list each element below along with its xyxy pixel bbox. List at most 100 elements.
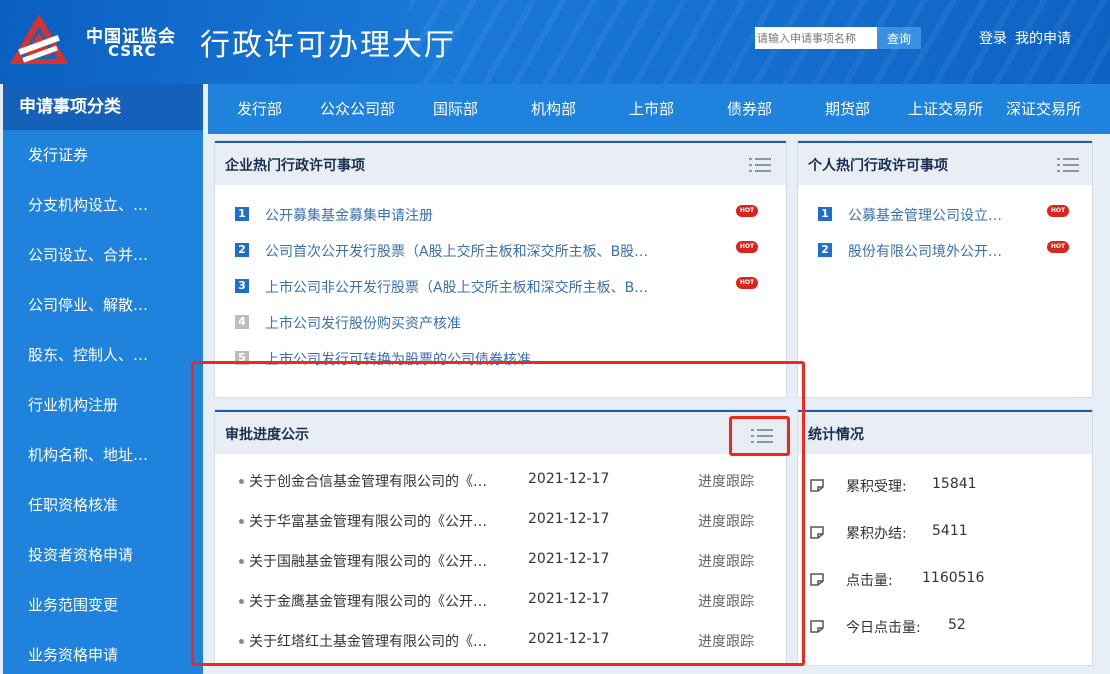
progress-item-date: 2021-12-17 [528,471,610,487]
stat-row: 累积办结: 5411 [810,523,1080,543]
enterprise-hot-panel: 企业热门行政许可事项 1 公开募集基金募集申请注册 HOT 2 公司首次公开发行… [214,140,787,398]
sidebar-item-institution-registration[interactable]: 行业机构注册 [3,380,203,430]
department-nav: 发行部 公众公司部 国际部 机构部 上市部 债券部 期货部 上证交易所 深证交易… [208,84,1110,134]
list-item-text[interactable]: 公募基金管理公司设立… [848,205,1002,225]
bullet-icon [239,599,244,604]
list-item[interactable]: 5 上市公司发行可转换为股票的公司债券核准 [235,349,775,369]
list-icon[interactable] [749,157,771,173]
progress-item-name[interactable]: 关于国融基金管理有限公司的《公开… [249,551,487,571]
table-row[interactable]: 关于金鹰基金管理有限公司的《公开… 2021-12-17 进度跟踪 [239,591,779,611]
list-item[interactable]: 2 公司首次公开发行股票（A股上交所主板和深交所主板、B股… HOT [235,241,775,261]
hot-icon: HOT [1047,205,1069,217]
nav-tab-bond[interactable]: 债券部 [727,84,772,134]
note-icon [810,526,824,539]
list-item-text[interactable]: 公开募集基金募集申请注册 [265,205,433,225]
statistics-panel: 统计情况 累积受理: 15841 累积办结: 5411 点击量: 1160516… [797,409,1093,666]
panel-title: 企业热门行政许可事项 [225,158,365,174]
note-icon [810,479,824,492]
list-item[interactable]: 3 上市公司非公开发行股票（A股上交所主板和深交所主板、B… HOT [235,277,775,297]
stat-row: 累积受理: 15841 [810,476,1080,496]
progress-item-date: 2021-12-17 [528,631,610,647]
stat-label: 今日点击量: [846,620,921,636]
rank-badge: 3 [235,279,249,293]
list-item-text[interactable]: 股份有限公司境外公开… [848,241,1002,261]
table-row[interactable]: 关于红塔红土基金管理有限公司的《… 2021-12-17 进度跟踪 [239,631,779,651]
list-icon[interactable] [1057,157,1079,173]
note-icon [810,573,824,586]
hot-icon: HOT [736,277,758,289]
panel-title: 个人热门行政许可事项 [808,158,948,174]
bullet-icon [239,519,244,524]
nav-tab-listing[interactable]: 上市部 [629,84,674,134]
table-row[interactable]: 关于国融基金管理有限公司的《公开… 2021-12-17 进度跟踪 [239,551,779,571]
sidebar-item-name-address[interactable]: 机构名称、地址… [3,430,203,480]
progress-item-name[interactable]: 关于华富基金管理有限公司的《公开… [249,511,487,531]
stat-row: 点击量: 1160516 [810,570,1080,590]
bullet-icon [239,639,244,644]
progress-track-link[interactable]: 进度跟踪 [698,631,754,651]
hot-icon: HOT [736,241,758,253]
rank-badge: 5 [235,351,249,365]
progress-track-link[interactable]: 进度跟踪 [698,551,754,571]
progress-item-name[interactable]: 关于金鹰基金管理有限公司的《公开… [249,591,487,611]
bullet-icon [239,479,244,484]
sidebar-item-investor-qualification[interactable]: 投资者资格申请 [3,530,203,580]
list-item[interactable]: 1 公募基金管理公司设立… HOT [818,205,1088,225]
table-row[interactable]: 关于华富基金管理有限公司的《公开… 2021-12-17 进度跟踪 [239,511,779,531]
page-title: 行政许可办理大厅 [200,28,456,63]
sidebar-item-qualification-approval[interactable]: 任职资格核准 [3,480,203,530]
list-item-text[interactable]: 公司首次公开发行股票（A股上交所主板和深交所主板、B股… [265,241,648,261]
hot-icon: HOT [1047,241,1069,253]
site-header: 中国证监会 CSRC 行政许可办理大厅 查询 登录 我的申请 [0,0,1110,84]
sidebar-item-company-setup[interactable]: 公司设立、合并… [3,230,203,280]
panel-header: 企业热门行政许可事项 [215,141,786,185]
sidebar-item-business-qualification[interactable]: 业务资格申请 [3,630,203,674]
stat-row: 今日点击量: 52 [810,617,1080,637]
sidebar-item-branch-setup[interactable]: 分支机构设立、… [3,180,203,230]
progress-item-name[interactable]: 关于红塔红土基金管理有限公司的《… [249,631,487,651]
my-applications-link[interactable]: 我的申请 [1015,28,1071,48]
rank-badge: 4 [235,315,249,329]
panel-title: 统计情况 [808,427,864,443]
table-row[interactable]: 关于创金合信基金管理有限公司的《… 2021-12-17 进度跟踪 [239,471,779,491]
list-item[interactable]: 2 股份有限公司境外公开… HOT [818,241,1088,261]
nav-tab-institution[interactable]: 机构部 [531,84,576,134]
csrc-logo-icon[interactable] [8,12,70,70]
list-item[interactable]: 1 公开募集基金募集申请注册 HOT [235,205,775,225]
sidebar-item-issue-securities[interactable]: 发行证券 [3,130,203,180]
rank-badge: 2 [818,243,832,257]
sidebar-item-business-scope[interactable]: 业务范围变更 [3,580,203,630]
list-item-text[interactable]: 上市公司发行股份购买资产核准 [265,313,461,333]
search-input[interactable] [755,27,877,49]
panel-title: 审批进度公示 [225,427,309,443]
logo-text-en: CSRC [108,42,157,60]
sidebar-item-shareholders[interactable]: 股东、控制人、… [3,330,203,380]
rank-badge: 1 [818,207,832,221]
bullet-icon [239,559,244,564]
sidebar-item-company-closure[interactable]: 公司停业、解散… [3,280,203,330]
progress-item-date: 2021-12-17 [528,511,610,527]
nav-tab-international[interactable]: 国际部 [433,84,478,134]
progress-track-link[interactable]: 进度跟踪 [698,471,754,491]
search-button[interactable]: 查询 [877,27,921,49]
note-icon [810,620,824,633]
login-link[interactable]: 登录 [979,28,1007,48]
progress-item-name[interactable]: 关于创金合信基金管理有限公司的《… [249,471,487,491]
progress-item-date: 2021-12-17 [528,591,610,607]
nav-tab-public-company[interactable]: 公众公司部 [320,84,395,134]
hot-icon: HOT [736,205,758,217]
list-item[interactable]: 4 上市公司发行股份购买资产核准 [235,313,775,333]
list-icon[interactable] [751,428,773,444]
nav-tab-issuance[interactable]: 发行部 [237,84,282,134]
sidebar-title: 申请事项分类 [3,84,203,130]
stat-label: 累积受理: [846,479,907,495]
list-item-text[interactable]: 上市公司非公开发行股票（A股上交所主板和深交所主板、B… [265,277,648,297]
stat-value: 15841 [932,476,977,492]
progress-track-link[interactable]: 进度跟踪 [698,511,754,531]
progress-track-link[interactable]: 进度跟踪 [698,591,754,611]
list-item-text[interactable]: 上市公司发行可转换为股票的公司债券核准 [265,349,531,369]
nav-tab-futures[interactable]: 期货部 [825,84,870,134]
panel-header: 个人热门行政许可事项 [798,141,1092,185]
nav-tab-szse[interactable]: 深证交易所 [1006,84,1081,134]
nav-tab-sse[interactable]: 上证交易所 [908,84,983,134]
